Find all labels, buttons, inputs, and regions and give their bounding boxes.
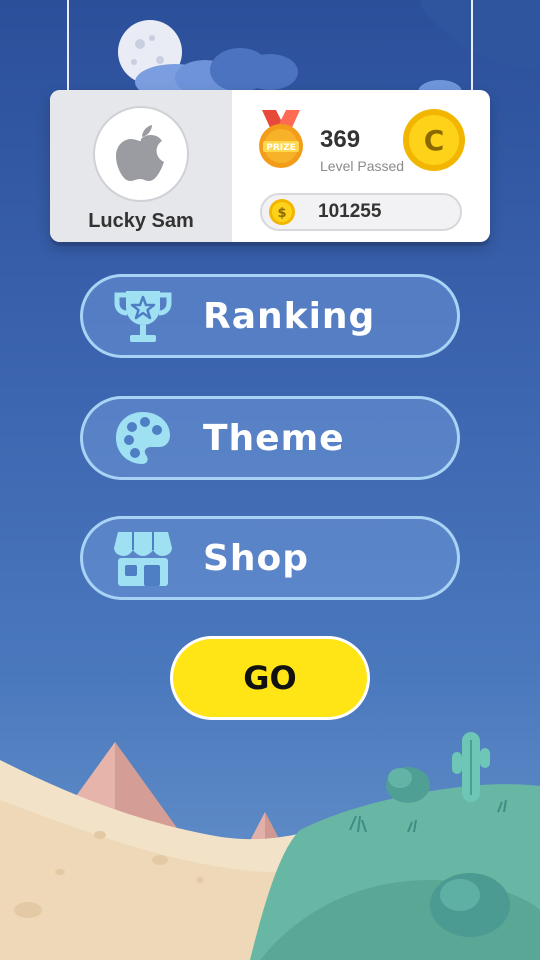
profile-card: Lucky Sam PRIZE 369 Level Passed C $ 101… [50, 90, 490, 242]
coin-icon: C [403, 109, 465, 171]
shop-button[interactable]: Shop [80, 516, 460, 600]
ranking-label: Ranking [203, 295, 376, 337]
levels-passed-count: 369 [320, 126, 361, 153]
shop-icon [114, 532, 172, 586]
palette-icon [116, 412, 170, 464]
bush-bottom [430, 873, 510, 937]
go-button[interactable]: GO [170, 636, 370, 720]
ranking-icon-wrap [83, 285, 203, 347]
prize-medal-icon: PRIZE [259, 110, 303, 168]
apple-logo-icon [116, 125, 164, 181]
coin-balance-value: 101255 [318, 201, 382, 222]
theme-label: Theme [203, 417, 345, 459]
go-label: GO [243, 659, 297, 697]
user-name: Lucky Sam [88, 210, 194, 232]
profile-stats-panel: PRIZE 369 Level Passed C $ 101255 [232, 90, 490, 242]
sky-blob [420, 0, 540, 70]
coin-balance: $ 101255 [260, 193, 462, 231]
bush-top [386, 767, 430, 803]
shop-label: Shop [203, 537, 310, 579]
ranking-button[interactable]: Ranking [80, 274, 460, 358]
avatar[interactable] [93, 106, 189, 202]
theme-icon-wrap [83, 408, 203, 468]
dollar-coin-icon: $ [269, 199, 295, 225]
shop-icon-wrap [83, 528, 203, 588]
theme-button[interactable]: Theme [80, 396, 460, 480]
trophy-icon [114, 291, 172, 342]
coin-letter: C [424, 124, 445, 157]
dollar-symbol: $ [277, 206, 286, 221]
profile-left-panel: Lucky Sam [50, 90, 232, 242]
levels-passed-label: Level Passed [320, 158, 405, 174]
medal-text: PRIZE [266, 143, 296, 153]
